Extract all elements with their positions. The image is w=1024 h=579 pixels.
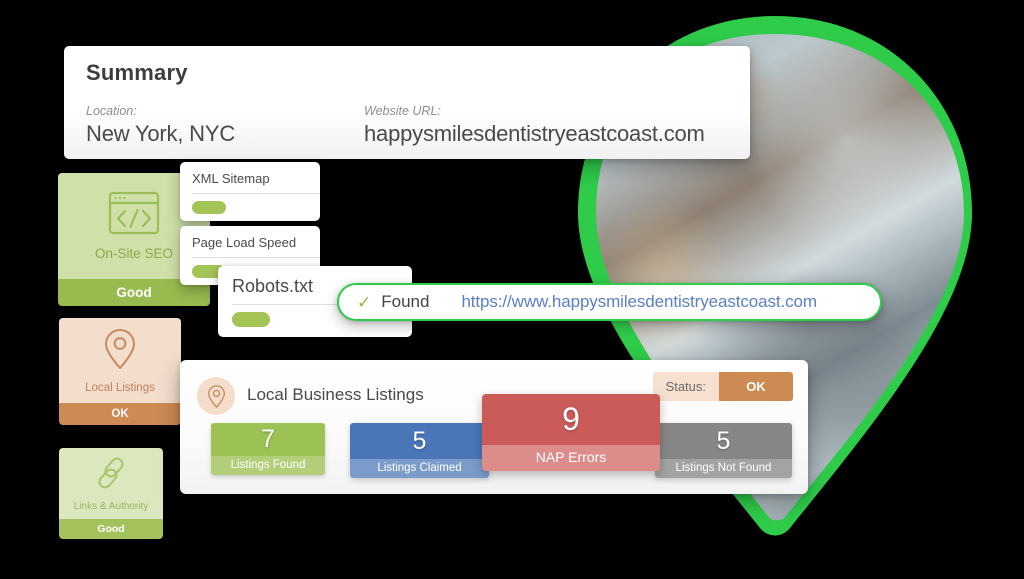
stat-listings-found[interactable]: 7 Listings Found <box>211 423 325 475</box>
website-url-label: Website URL: <box>364 104 441 118</box>
stat-value: 5 <box>350 423 489 459</box>
found-status-pill[interactable]: ✓ Found https://www.happysmilesdentistry… <box>337 283 882 321</box>
check-card-title: XML Sitemap <box>192 171 270 186</box>
check-icon: ✓ <box>357 292 372 312</box>
score-card-body: Links & Authority <box>59 448 163 519</box>
code-window-icon <box>108 191 160 240</box>
stat-listings-claimed[interactable]: 5 Listings Claimed <box>350 423 489 478</box>
divider <box>192 257 320 258</box>
score-card-label: On-Site SEO <box>94 246 174 261</box>
divider <box>192 193 320 194</box>
link-chain-icon <box>94 456 128 495</box>
score-card-label: Local Listings <box>85 382 155 394</box>
check-card-title: Robots.txt <box>232 276 314 296</box>
website-url-field: Website URL: happysmilesdentistryeastcoa… <box>364 104 705 147</box>
found-label: Found <box>381 292 430 311</box>
stat-value: 5 <box>655 423 792 459</box>
page-title: Summary <box>86 60 188 85</box>
location-value: New York, NYC <box>86 121 236 146</box>
stat-nap-errors[interactable]: 9 NAP Errors <box>482 394 660 471</box>
check-card-xml-sitemap[interactable]: XML Sitemap <box>180 162 320 221</box>
stat-caption: NAP Errors <box>482 445 660 471</box>
screenshot-stage: Summary Location: New York, NYC Website … <box>0 0 1024 579</box>
score-card-local-listings[interactable]: Local Listings OK <box>59 318 181 425</box>
stat-caption: Listings Found <box>211 456 325 475</box>
found-url-link[interactable]: https://www.happysmilesdentistryeastcoas… <box>461 292 817 312</box>
score-card-body: Local Listings <box>59 318 181 403</box>
location-label: Location: <box>86 104 137 118</box>
panel-title: Local Business Listings <box>247 385 424 404</box>
stat-value: 9 <box>482 394 660 445</box>
score-card-label: Links & Authority <box>73 500 149 512</box>
website-url-value: happysmilesdentistryeastcoast.com <box>364 121 705 146</box>
status-badge[interactable]: Status: OK <box>652 372 793 401</box>
summary-card: Summary Location: New York, NYC Website … <box>64 46 750 159</box>
stat-value: 7 <box>211 423 325 456</box>
status-badge: OK <box>59 403 181 425</box>
stat-caption: Listings Not Found <box>655 459 792 478</box>
toggle-switch[interactable] <box>192 201 226 214</box>
status-badge: Good <box>59 519 163 539</box>
status-label: Status: <box>652 372 719 401</box>
toggle-switch[interactable] <box>232 312 270 327</box>
status-value: OK <box>719 372 793 401</box>
map-pin-icon <box>197 377 235 415</box>
stat-listings-not-found[interactable]: 5 Listings Not Found <box>655 423 792 478</box>
map-pin-icon <box>103 327 137 376</box>
score-card-links-authority[interactable]: Links & Authority Good <box>59 448 163 539</box>
stat-caption: Listings Claimed <box>350 459 489 478</box>
check-card-title: Page Load Speed <box>192 235 297 250</box>
location-field: Location: New York, NYC <box>86 104 235 147</box>
